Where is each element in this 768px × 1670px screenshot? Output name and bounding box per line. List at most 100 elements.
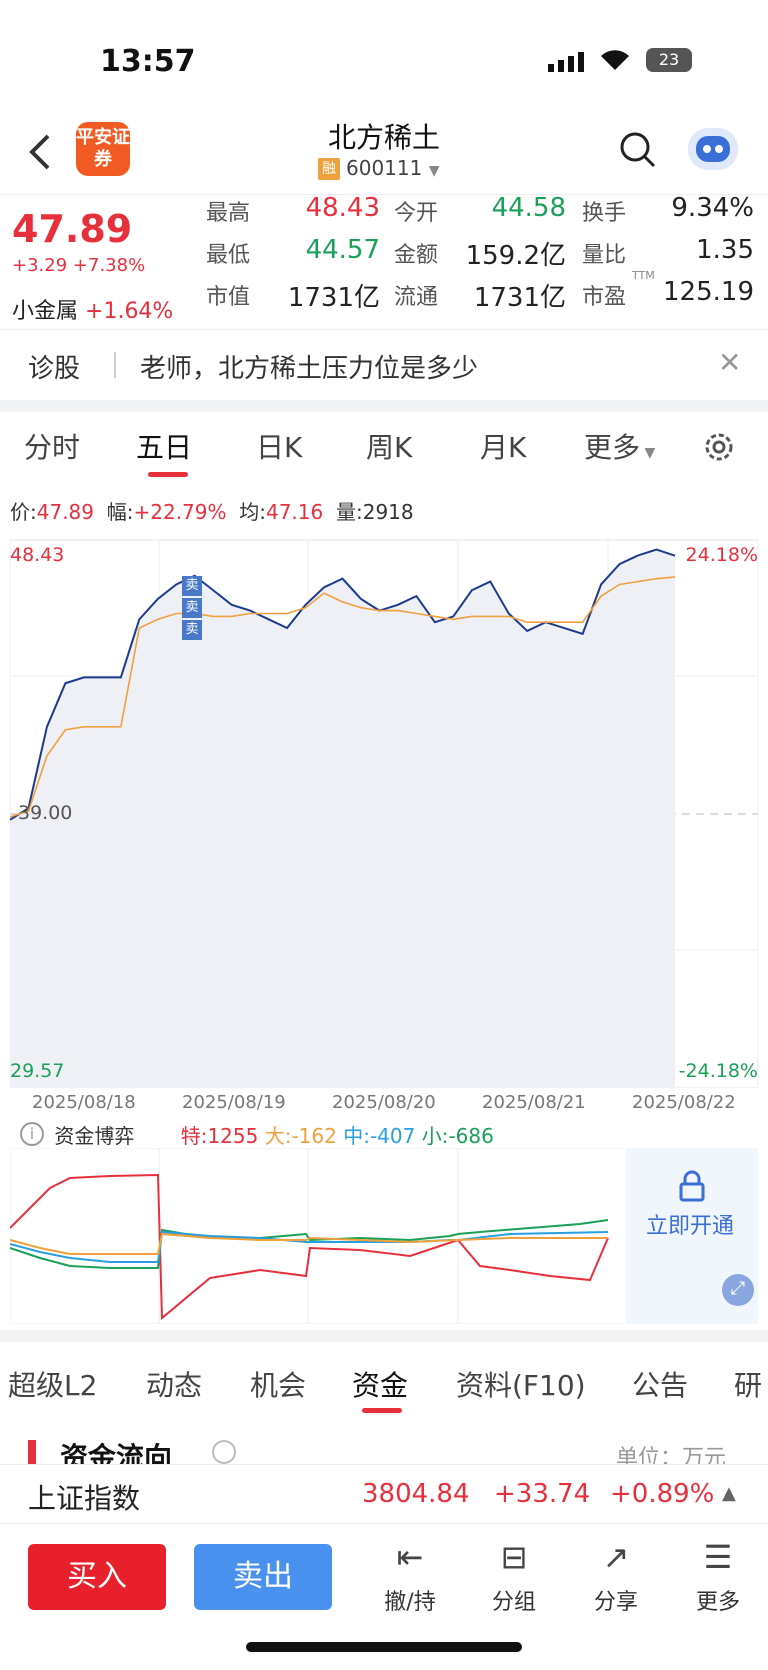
divider [114,352,116,378]
sector-info[interactable]: 小金属 +1.64% [12,293,173,325]
date-label-3: 2025/08/20 [332,1092,436,1113]
list-icon: ☰ [703,1538,733,1576]
folder-icon: ⊟ [500,1538,528,1576]
stock-header: 平安证券 北方稀土 融 600111 ▼ [0,110,768,194]
chevron-down-icon: ▼ [428,163,440,179]
active-tab-indicator [148,472,188,477]
y-min-label: 29.57 [10,1060,65,1082]
tab-funds[interactable]: 资金 [352,1364,408,1404]
y-mid-label: 39.00 [18,802,73,824]
open-label: 今开 [394,201,439,226]
tab-news[interactable]: 动态 [146,1364,202,1404]
sell-button[interactable]: 卖出 [194,1544,332,1610]
broker-logo: 平安证券 [76,122,130,176]
expand-icon[interactable]: ⤢ [722,1274,754,1306]
back-arrow-icon[interactable] [26,132,56,183]
fund-flow-chart: 立即开通 ⤢ [9,1147,759,1325]
amount-value: 159.2亿 [465,241,566,271]
unlock-button[interactable]: 立即开通 [646,1208,734,1240]
current-price: 47.89 [12,207,133,251]
date-label-5: 2025/08/22 [632,1092,736,1113]
fund-zhong: 中:-407 [343,1124,416,1148]
tab-opportunity[interactable]: 机会 [250,1364,306,1404]
y-max-pct-label: 24.18% [685,544,758,566]
pe-value: 125.19 [663,277,754,307]
fund-da: 大:-162 [264,1124,337,1148]
info-tabs: 超级L2 动态 机会 资金 资料(F10) 公告 研 [0,1342,768,1414]
vol-ratio-label: 量比 [582,243,627,268]
cancel-hold-button[interactable]: ⇤ 撤/持 [372,1538,448,1616]
chart-tabs: 分时 五日 日K 周K 月K 更多 ▼ [0,412,768,482]
stock-name: 北方稀土 [327,121,440,154]
share-icon: ↗ [602,1538,630,1576]
clock: 13:57 [100,44,196,79]
diagnose-question[interactable]: 老师，北方稀土压力位是多少 [140,348,478,385]
info-icon[interactable] [212,1440,236,1464]
more-button[interactable]: ☰ 更多 [680,1538,756,1616]
trade-markers: 卖 卖 卖 [182,576,202,640]
turnover-value: 9.34% [671,193,754,223]
turnover-label: 换手 [582,201,627,226]
stock-code[interactable]: 600111 ▼ [346,156,440,180]
tab-daily-k[interactable]: 日K [256,426,302,466]
buy-button[interactable]: 买入 [28,1544,166,1610]
assistant-robot-icon[interactable] [688,128,738,170]
date-label-2: 2025/08/19 [182,1092,286,1113]
index-ticker-bar[interactable]: 上证指数 3804.84 +33.74 +0.89% ▲ [0,1464,768,1524]
status-bar: 13:57 23 [0,0,768,110]
mktcap-value: 1731亿 [287,283,380,313]
battery-icon: 23 [646,48,692,72]
tab-more[interactable]: 更多 ▼ [584,426,655,466]
home-indicator [246,1642,522,1652]
diagnose-label: 诊股 [28,354,81,384]
index-change: +33.74 [494,1479,591,1509]
low-label: 最低 [206,243,251,268]
group-button[interactable]: ⊟ 分组 [476,1538,552,1616]
high-label: 最高 [206,201,251,226]
wifi-icon [598,46,632,76]
fund-te: 特:1255 [180,1124,259,1148]
separator [0,400,768,412]
battery-level: 23 [658,50,680,69]
tab-five-day[interactable]: 五日 [136,426,192,466]
vol-ratio-value: 1.35 [696,235,754,265]
active-tab-indicator [362,1408,402,1413]
chevron-up-icon[interactable]: ▲ [722,1483,736,1504]
chart-info-line: 价:47.89 幅:+22.79% 均:47.16 量:2918 [10,500,414,524]
float-label: 流通 [394,285,439,310]
settings-gear-icon[interactable] [702,430,736,468]
tab-monthly-k[interactable]: 月K [480,426,526,466]
info-icon[interactable]: i [20,1122,44,1146]
price-area [10,549,675,1088]
float-value: 1731亿 [473,283,566,313]
tab-research[interactable]: 研 [734,1364,762,1404]
date-label-1: 2025/08/18 [32,1092,136,1113]
index-pct: +0.89% [610,1479,715,1509]
tab-f10[interactable]: 资料(F10) [456,1364,586,1404]
fund-game-header: i 资金博弈 特:1255 大:-162 中:-407 小:-686 [10,1116,758,1152]
share-button[interactable]: ↗ 分享 [578,1538,654,1616]
unlock-overlay[interactable]: 立即开通 ⤢ [626,1148,758,1324]
amount-label: 金额 [394,243,439,268]
tab-intraday[interactable]: 分时 [24,426,80,466]
price-chart-svg [9,539,759,1089]
pe-label: 市盈 [582,285,627,310]
close-icon[interactable]: ✕ [718,346,741,379]
high-value: 48.43 [305,193,380,223]
y-min-pct-label: -24.18% [678,1060,758,1082]
section-header: 资金流向 单位：万元 [0,1426,768,1464]
section-unit: 单位：万元 [616,1446,727,1464]
five-day-price-chart[interactable]: 48.43 39.00 29.57 24.18% -24.18% 卖 卖 卖 [9,536,759,1089]
tab-super-l2[interactable]: 超级L2 [8,1364,97,1404]
tab-announcements[interactable]: 公告 [632,1364,688,1404]
index-value: 3804.84 [362,1479,470,1509]
diagnose-bar[interactable]: 诊股 老师，北方稀土压力位是多少 ✕ [0,330,768,400]
y-max-label: 48.43 [10,544,65,566]
mktcap-label: 市值 [206,285,251,310]
price-change: +3.29 +7.38% [12,255,146,276]
low-value: 44.57 [305,235,380,265]
tab-weekly-k[interactable]: 周K [366,426,412,466]
quote-panel: 47.89 +3.29 +7.38% 小金属 +1.64% 最高 48.43 今… [0,193,768,330]
search-icon[interactable] [618,130,658,174]
chevron-down-icon: ▼ [640,445,656,461]
